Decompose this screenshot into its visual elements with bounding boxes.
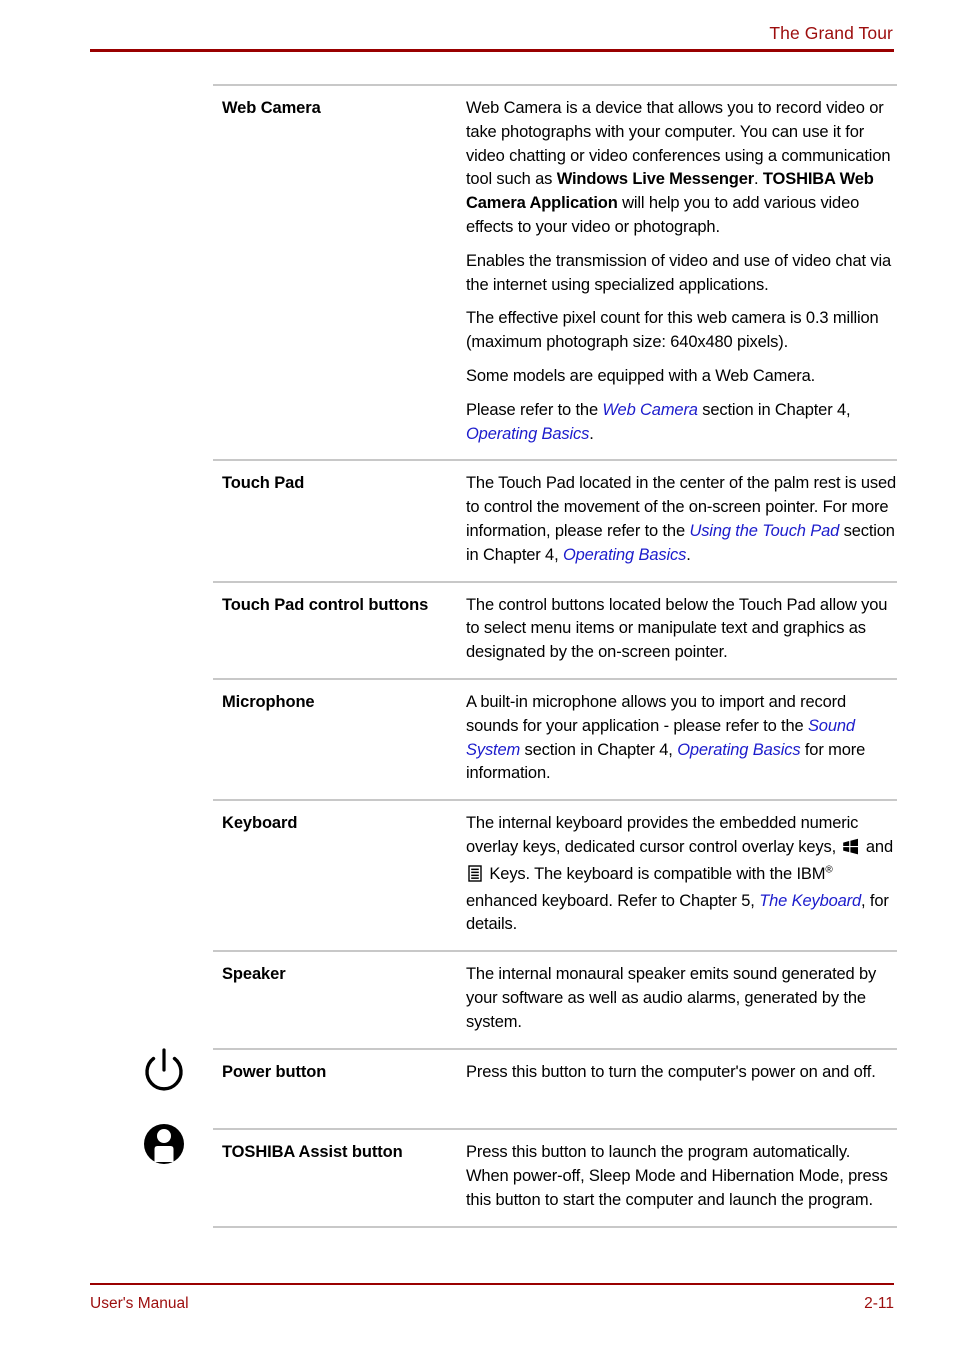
component-term: Power button — [213, 1047, 466, 1130]
component-description: Press this button to turn the computer's… — [466, 1047, 897, 1130]
table-row: Touch Pad The Touch Pad located in the ce… — [213, 459, 897, 582]
power-symbol-icon — [136, 1042, 192, 1098]
component-term: TOSHIBA Assist button — [213, 1128, 466, 1228]
toshiba-assist-person-icon — [136, 1116, 192, 1172]
cross-reference-link[interactable]: Operating Basics — [677, 741, 800, 759]
component-description-table: Web Camera Web Camera is a device that al… — [213, 83, 897, 1228]
table-row: Microphone A built-in microphone allows y… — [213, 677, 897, 801]
cross-reference-link[interactable]: Web Camera — [602, 401, 698, 419]
margin-icon-column — [0, 0, 213, 1352]
description-paragraph: Please refer to the Web Camera section i… — [466, 400, 851, 443]
table-row: Power button Press this button to turn th… — [213, 1047, 897, 1130]
component-description: Press this button to launch the program … — [466, 1128, 897, 1228]
description-paragraph: A built-in microphone allows you to impo… — [466, 692, 866, 783]
description-paragraph: The internal keyboard provides the embed… — [466, 814, 893, 934]
description-paragraph: Some models are equipped with a Web Came… — [466, 366, 816, 385]
description-paragraph: The control buttons located below the To… — [466, 595, 888, 662]
description-paragraph: The effective pixel count for this web c… — [466, 309, 879, 352]
manual-page: The Grand Tour Web Camera Web Camera is a… — [0, 0, 954, 1352]
component-description: The internal keyboard provides the embed… — [466, 799, 897, 952]
emphasis-text: Windows Live Messenger — [556, 170, 755, 189]
table-row: Speaker The internal monaural speaker emi… — [213, 950, 897, 1049]
application-key-icon — [468, 865, 483, 890]
cross-reference-link[interactable]: The Keyboard — [759, 892, 861, 910]
registered-mark: ® — [825, 864, 833, 876]
description-paragraph: Press this button to turn the computer's… — [466, 1062, 876, 1081]
cross-reference-link[interactable]: Using the Touch Pad — [689, 522, 839, 540]
component-term: Keyboard — [213, 799, 466, 952]
footer-manual-label: User's Manual — [90, 1295, 189, 1312]
table-body: Web Camera Web Camera is a device that al… — [213, 83, 897, 1228]
component-term: Web Camera — [213, 83, 466, 461]
component-description: The control buttons located below the To… — [466, 580, 897, 679]
table-row: Web Camera Web Camera is a device that al… — [213, 83, 897, 461]
description-paragraph: The internal monaural speaker emits soun… — [466, 965, 877, 1031]
component-description: A built-in microphone allows you to impo… — [466, 677, 897, 801]
component-term: Speaker — [213, 950, 466, 1049]
description-paragraph: The Touch Pad located in the center of t… — [466, 474, 897, 564]
table-row: Keyboard The internal keyboard provides t… — [213, 799, 897, 952]
component-term: Microphone — [213, 677, 466, 801]
component-description: Web Camera is a device that allows you t… — [466, 83, 897, 461]
footer-row: User's Manual 2-11 — [90, 1294, 894, 1314]
footer-page-number: 2-11 — [864, 1295, 894, 1312]
windows-key-icon — [842, 838, 859, 863]
footer-rule — [90, 1283, 894, 1285]
cross-reference-link[interactable]: Operating Basics — [466, 425, 589, 443]
page-footer: User's Manual 2-11 — [90, 1283, 894, 1314]
component-term: Touch Pad control buttons — [213, 580, 466, 679]
cross-reference-link[interactable]: Operating Basics — [563, 546, 686, 564]
description-paragraph: Press this button to launch the program … — [466, 1143, 888, 1209]
component-description: The internal monaural speaker emits soun… — [466, 950, 897, 1049]
description-paragraph: Web Camera is a device that allows you t… — [466, 99, 891, 236]
description-paragraph: Enables the transmission of video and us… — [466, 251, 891, 294]
table-row: Touch Pad control buttons The control but… — [213, 580, 897, 679]
table-row: TOSHIBA Assist button Press this button t… — [213, 1128, 897, 1228]
component-description: The Touch Pad located in the center of t… — [466, 459, 897, 582]
component-term: Touch Pad — [213, 459, 466, 582]
